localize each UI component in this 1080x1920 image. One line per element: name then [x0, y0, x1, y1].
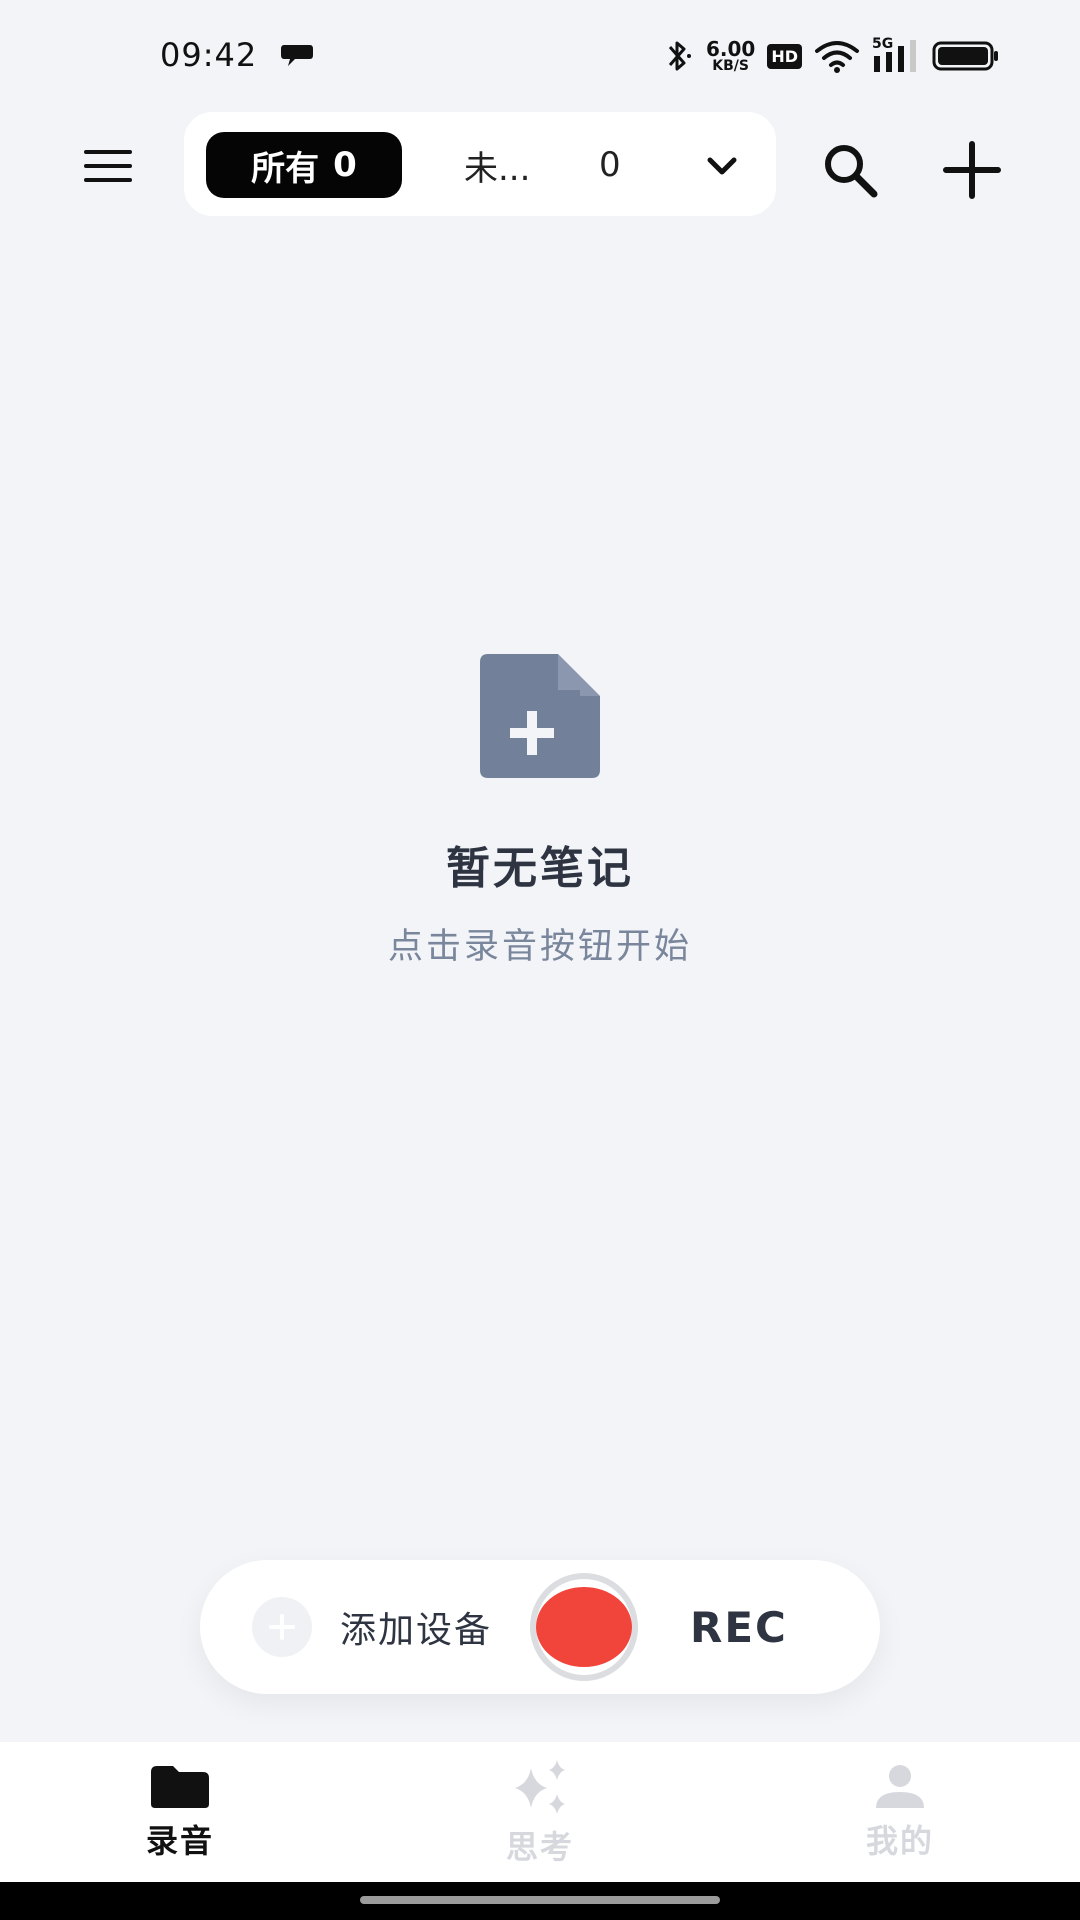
nav-item-mine[interactable]: 我的: [800, 1742, 1000, 1882]
add-device-label: 添加设备: [340, 1610, 493, 1651]
battery-icon: [932, 41, 998, 71]
add-device-button[interactable]: 添加设备: [252, 1560, 492, 1694]
note-add-icon: [480, 654, 600, 778]
tab-all-count: 0: [333, 145, 357, 185]
gesture-area: [0, 1882, 1080, 1920]
filter-tabs: 所有 0 未... 0: [184, 112, 776, 216]
chat-bubble-icon: [281, 45, 313, 66]
folder-icon: [151, 1766, 209, 1808]
network-speed-value: 6.00: [705, 37, 756, 61]
wifi-icon: [815, 41, 859, 73]
tab-unread[interactable]: 未...: [464, 132, 530, 198]
person-icon: [876, 1765, 924, 1808]
sparkle-icon: [515, 1760, 565, 1814]
add-device-plus-icon: [252, 1597, 312, 1657]
chevron-down-icon[interactable]: [702, 148, 742, 184]
tab-unread-label: 未...: [464, 148, 531, 189]
empty-state: 暂无笔记 点击录音按钮开始: [0, 650, 1080, 969]
status-indicators: 6.00 KB/S HD 5G: [664, 34, 1000, 78]
empty-title: 暂无笔记: [446, 843, 634, 894]
signal-icon: 5G: [872, 36, 920, 74]
nav-label-recordings: 录音: [145, 1822, 214, 1860]
bottom-nav: 录音 思考 我的: [0, 1742, 1080, 1882]
hd-badge: HD: [767, 43, 802, 69]
menu-icon[interactable]: [80, 146, 136, 186]
nav-item-thinking[interactable]: 思考: [440, 1742, 640, 1882]
search-icon[interactable]: [818, 138, 882, 202]
nav-label-thinking: 思考: [505, 1828, 574, 1866]
tab-unread-count-wrap[interactable]: 0: [599, 132, 621, 198]
nav-label-mine: 我的: [865, 1822, 934, 1860]
network-speed: 6.00 KB/S: [706, 39, 755, 73]
top-bar: 所有 0 未... 0: [0, 110, 1080, 220]
bluetooth-icon: [668, 41, 691, 71]
network-speed-unit: KB/S: [712, 58, 749, 74]
status-bar: 09:42 6.00 KB/S HD 5G: [0, 0, 1080, 110]
status-time: 09:42: [160, 36, 258, 74]
plus-icon[interactable]: [940, 138, 1004, 202]
recorder-bar: 添加设备 REC: [200, 1560, 880, 1694]
tab-all[interactable]: 所有 0: [206, 132, 402, 198]
tab-unread-count: 0: [599, 145, 621, 185]
tab-all-label: 所有: [251, 148, 320, 189]
empty-subtitle: 点击录音按钮开始: [387, 927, 692, 967]
record-button[interactable]: [530, 1573, 638, 1681]
record-dot-icon: [536, 1587, 632, 1667]
rec-label: REC: [690, 1602, 788, 1652]
nav-item-recordings[interactable]: 录音: [80, 1742, 280, 1882]
home-indicator[interactable]: [360, 1896, 720, 1904]
